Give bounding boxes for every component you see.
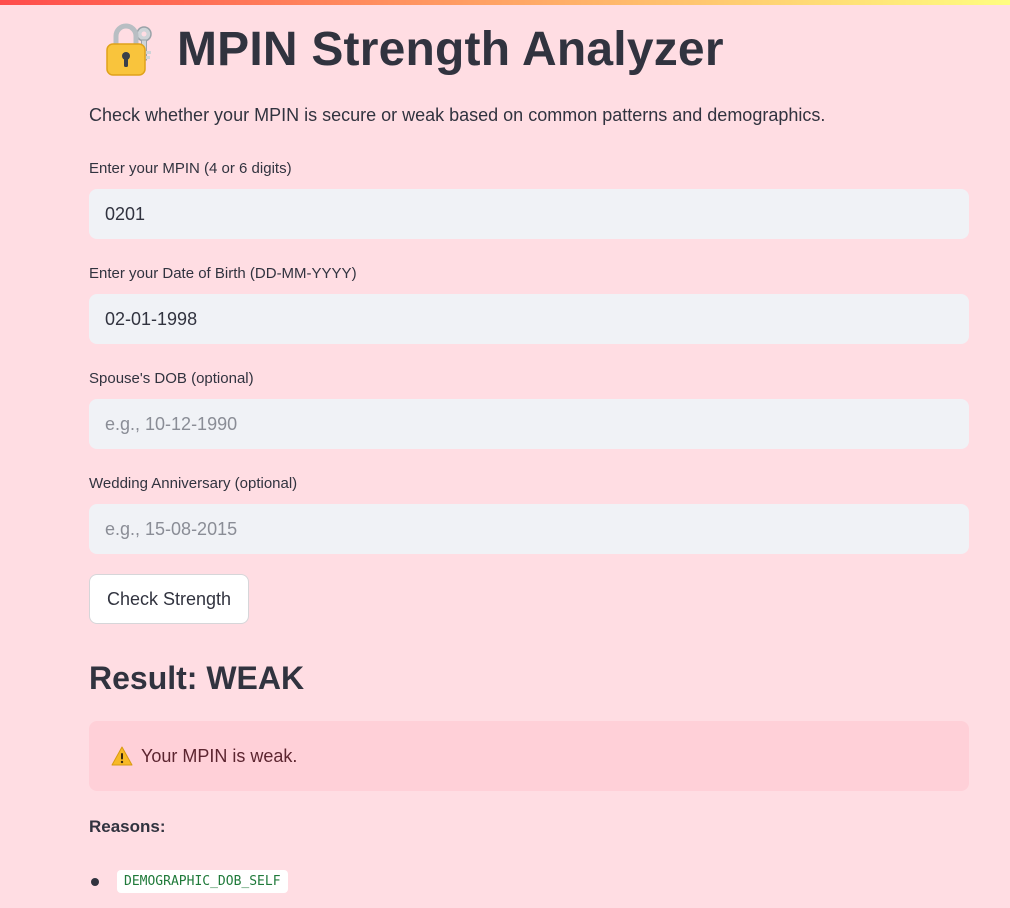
warning-icon: [111, 746, 133, 766]
check-strength-button[interactable]: Check Strength: [89, 574, 249, 624]
anniversary-label: Wedding Anniversary (optional): [89, 475, 298, 492]
top-decoration-bar: [0, 0, 1010, 5]
mpin-label: Enter your MPIN (4 or 6 digits): [89, 160, 292, 177]
alert-text: Your MPIN is weak.: [141, 745, 298, 766]
spouse-dob-input[interactable]: [89, 399, 969, 449]
mpin-input[interactable]: [89, 189, 969, 239]
list-item: DEMOGRAPHIC_DOB_SELF: [89, 870, 288, 893]
dob-label: Enter your Date of Birth (DD-MM-YYYY): [89, 265, 357, 282]
page-subtitle: Check whether your MPIN is secure or wea…: [89, 105, 826, 125]
warning-alert: Your MPIN is weak.: [89, 721, 969, 791]
lock-with-key-icon: [106, 23, 152, 76]
bullet-icon: [91, 877, 99, 886]
page-title: MPIN Strength Analyzer: [177, 22, 724, 76]
title-row: MPIN Strength Analyzer: [99, 14, 724, 84]
spouse-dob-label: Spouse's DOB (optional): [89, 370, 254, 387]
anniversary-input[interactable]: [89, 504, 969, 554]
result-heading: Result: WEAK: [89, 660, 305, 696]
reason-code: DEMOGRAPHIC_DOB_SELF: [117, 870, 288, 893]
reasons-label: Reasons:: [89, 817, 166, 836]
dob-input[interactable]: [89, 294, 969, 344]
